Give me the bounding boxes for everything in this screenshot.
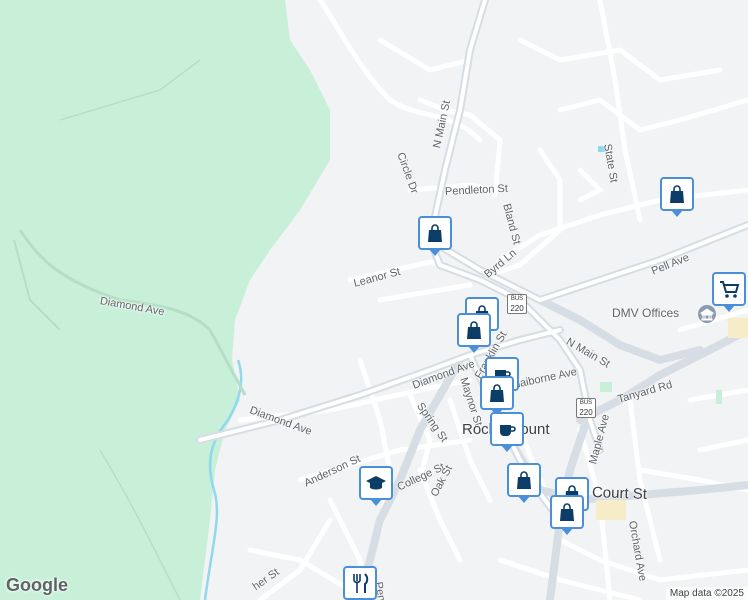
shopping-bag-icon bbox=[490, 384, 504, 402]
shopping-bag-icon bbox=[467, 321, 481, 339]
poi-label-dmv-offices[interactable]: DMV Offices bbox=[612, 306, 679, 320]
google-logo[interactable]: Google bbox=[6, 575, 68, 596]
restaurant-pin[interactable] bbox=[343, 566, 377, 600]
cafe-pin[interactable] bbox=[490, 412, 524, 452]
bus-label: BUS bbox=[510, 296, 524, 302]
route-number: 220 bbox=[510, 304, 524, 313]
shopping-pin[interactable] bbox=[480, 376, 514, 416]
map-canvas[interactable]: N Main St Circle Dr State St Pendleton S… bbox=[0, 0, 748, 600]
shopping-pin[interactable] bbox=[550, 495, 584, 535]
graduation-cap-icon bbox=[366, 476, 386, 490]
shopping-bag-icon bbox=[670, 185, 684, 203]
green-spot bbox=[716, 390, 722, 404]
route-shield-us-220: BUS 220 bbox=[576, 398, 596, 418]
green-spot bbox=[600, 382, 612, 392]
shopping-bag-icon bbox=[428, 224, 442, 242]
shopping-bag-icon bbox=[517, 471, 531, 489]
shopping-pin[interactable] bbox=[418, 216, 452, 256]
school-area bbox=[596, 500, 626, 520]
grocery-pin[interactable] bbox=[712, 272, 746, 312]
civic-area bbox=[728, 318, 748, 338]
shopping-pin[interactable] bbox=[457, 313, 491, 353]
bus-label: BUS bbox=[579, 400, 593, 406]
school-pin[interactable] bbox=[359, 466, 393, 506]
fork-knife-icon bbox=[353, 573, 369, 593]
shopping-cart-icon bbox=[720, 281, 740, 298]
shopping-bag-icon bbox=[560, 503, 574, 521]
map-attribution[interactable]: Map data ©2025 bbox=[665, 587, 748, 600]
government-building-icon[interactable] bbox=[697, 305, 717, 323]
street-label-court-st: Court St bbox=[591, 484, 648, 503]
route-number: 220 bbox=[579, 408, 593, 417]
coffee-cup-icon bbox=[500, 425, 516, 436]
shopping-pin[interactable] bbox=[660, 177, 694, 217]
route-shield-bus-220: BUS 220 bbox=[507, 294, 527, 314]
shopping-pin[interactable] bbox=[507, 463, 541, 503]
